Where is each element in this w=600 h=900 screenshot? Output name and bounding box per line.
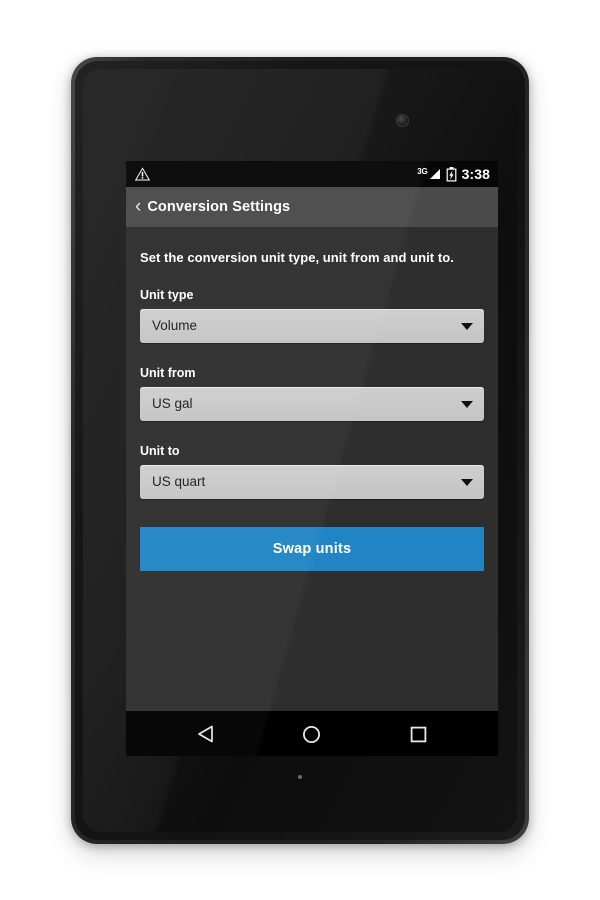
unit-to-value: US quart <box>152 474 206 490</box>
navigation-bar <box>126 711 498 756</box>
device-bezel: 3G 3:38 ‹ Conversion Settings Set the co… <box>75 61 525 840</box>
back-triangle-icon <box>197 725 214 743</box>
status-bar-left <box>134 166 151 182</box>
device-glass: 3G 3:38 ‹ Conversion Settings Set the co… <box>83 69 517 832</box>
recents-square-icon <box>410 726 427 743</box>
unit-to-label: Unit to <box>140 444 180 458</box>
battery-charging-icon <box>446 166 457 182</box>
home-circle-icon <box>302 725 321 744</box>
nav-recents-button[interactable] <box>396 711 442 756</box>
settings-content: Set the conversion unit type, unit from … <box>126 228 498 711</box>
front-camera-icon <box>397 115 408 126</box>
swap-units-label: Swap units <box>272 541 352 557</box>
screenshot-root: 3G 3:38 ‹ Conversion Settings Set the co… <box>0 0 600 900</box>
warning-triangle-icon <box>134 166 151 182</box>
unit-type-value: Volume <box>152 318 198 334</box>
page-title: Conversion Settings <box>147 199 291 215</box>
unit-from-label: Unit from <box>140 366 196 380</box>
action-bar: ‹ Conversion Settings <box>126 187 498 228</box>
unit-type-spinner[interactable]: Volume <box>140 309 484 343</box>
intro-text: Set the conversion unit type, unit from … <box>140 250 454 265</box>
unit-from-value: US gal <box>152 396 193 412</box>
unit-from-spinner[interactable]: US gal <box>140 387 484 421</box>
signal-bars-icon <box>429 168 441 180</box>
network-type-label: 3G <box>417 167 428 176</box>
nav-back-button[interactable] <box>182 711 228 756</box>
chevron-down-icon <box>461 479 473 486</box>
device-screen: 3G 3:38 ‹ Conversion Settings Set the co… <box>126 161 498 756</box>
signal-indicator: 3G <box>417 168 440 180</box>
chevron-down-icon <box>461 401 473 408</box>
status-led-icon <box>298 775 302 779</box>
swap-units-button[interactable]: Swap units <box>140 527 484 571</box>
nav-home-button[interactable] <box>289 711 335 756</box>
unit-to-spinner[interactable]: US quart <box>140 465 484 499</box>
tablet-device: 3G 3:38 ‹ Conversion Settings Set the co… <box>71 57 529 844</box>
chevron-down-icon <box>461 323 473 330</box>
status-bar-right: 3G 3:38 <box>417 166 490 182</box>
status-bar-clock: 3:38 <box>461 166 490 182</box>
status-bar: 3G 3:38 <box>126 161 498 187</box>
unit-type-label: Unit type <box>140 288 194 302</box>
back-chevron-icon[interactable]: ‹ <box>133 197 147 218</box>
